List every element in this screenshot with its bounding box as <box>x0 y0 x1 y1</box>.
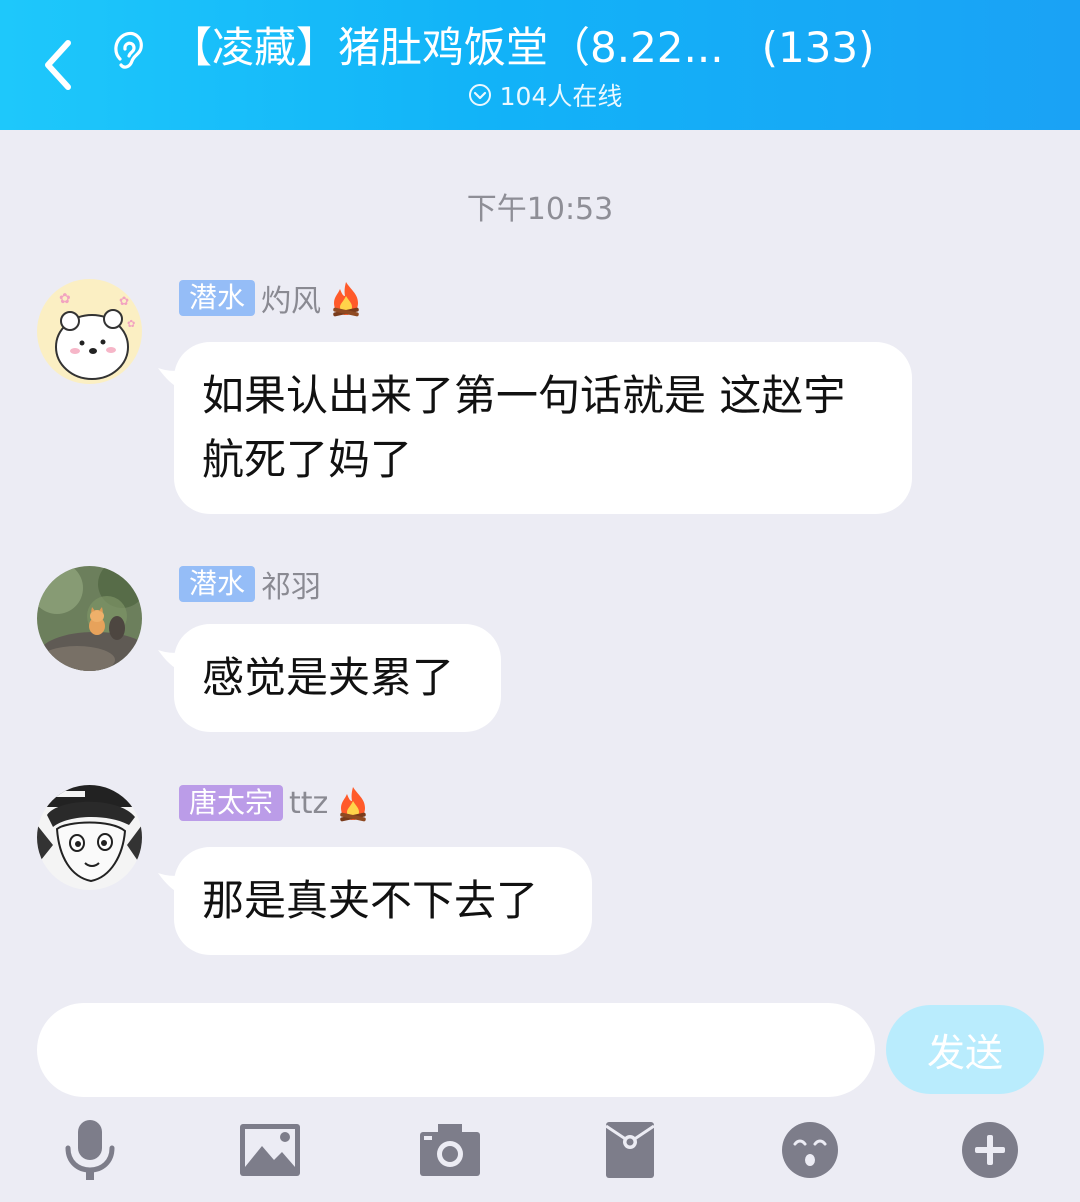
earpiece-mode-button[interactable] <box>100 26 156 76</box>
more-button[interactable] <box>958 1118 1022 1182</box>
sender-info: 潜水 灼风 <box>179 276 365 320</box>
header-bar: 【凌藏】猪肚鸡饭堂（8.22... (133) 104人在线 <box>0 0 1080 130</box>
chevron-down-circle-icon <box>468 83 492 107</box>
avatar[interactable] <box>37 566 142 671</box>
member-count: (133) <box>761 23 875 72</box>
group-name: 【凌藏】猪肚鸡饭堂（8.22... <box>170 23 724 72</box>
send-button[interactable]: 发送 <box>886 1005 1044 1094</box>
svg-text:✿: ✿ <box>127 319 135 330</box>
red-packet-icon <box>605 1122 655 1178</box>
member-title-badge: 唐太宗 <box>179 785 284 821</box>
camera-icon <box>420 1124 480 1176</box>
message-text: 感觉是夹累了 <box>202 653 455 702</box>
member-title-badge: 潜水 <box>179 280 256 316</box>
online-count-text: 104人在线 <box>499 82 623 111</box>
message-bubble[interactable]: 感觉是夹累了 <box>174 624 501 732</box>
message-bubble[interactable]: 那是真夹不下去了 <box>174 847 592 955</box>
avatar[interactable] <box>37 785 142 890</box>
voice-button[interactable] <box>58 1118 122 1182</box>
message-text: 如果认出来了第一句话就是 这赵宇航死了妈了 <box>202 371 846 484</box>
image-icon <box>240 1124 300 1176</box>
ear-icon <box>114 31 143 69</box>
svg-text:✿: ✿ <box>59 291 71 307</box>
microphone-icon <box>65 1120 115 1180</box>
svg-text:✿: ✿ <box>119 294 129 308</box>
member-title-badge: 潜水 <box>179 566 256 602</box>
sender-nickname[interactable]: 灼风 <box>261 276 321 320</box>
kitten-on-rock-avatar-icon <box>37 566 142 671</box>
fire-icon <box>334 784 372 822</box>
message-input[interactable] <box>37 1003 875 1097</box>
message-bubble[interactable]: 如果认出来了第一句话就是 这赵宇航死了妈了 <box>174 342 912 514</box>
white-bear-avatar-icon: ✿ ✿ ✿ <box>37 279 142 384</box>
plus-icon <box>962 1122 1018 1178</box>
emoji-button[interactable] <box>778 1118 842 1182</box>
sender-info: 唐太宗 ttz <box>179 784 372 822</box>
sender-nickname[interactable]: ttz <box>289 786 328 821</box>
message-text: 那是真夹不下去了 <box>202 876 539 925</box>
sender-nickname[interactable]: 祁羽 <box>261 562 321 606</box>
avatar[interactable]: ✿ ✿ ✿ <box>37 279 142 384</box>
emoji-icon <box>782 1122 838 1178</box>
timestamp-divider: 下午10:53 <box>466 192 614 227</box>
image-button[interactable] <box>238 1118 302 1182</box>
online-status[interactable]: 104人在线 <box>0 78 1080 112</box>
chat-screen: 【凌藏】猪肚鸡饭堂（8.22... (133) 104人在线 下午10:53 ✿… <box>0 0 1080 1202</box>
fire-icon <box>327 279 365 317</box>
sender-info: 潜水 祁羽 <box>179 562 321 606</box>
red-packet-button[interactable] <box>598 1118 662 1182</box>
camera-button[interactable] <box>418 1118 482 1182</box>
manga-boy-avatar-icon <box>37 785 142 890</box>
chat-title[interactable]: 【凌藏】猪肚鸡饭堂（8.22... (133) <box>170 20 1050 76</box>
